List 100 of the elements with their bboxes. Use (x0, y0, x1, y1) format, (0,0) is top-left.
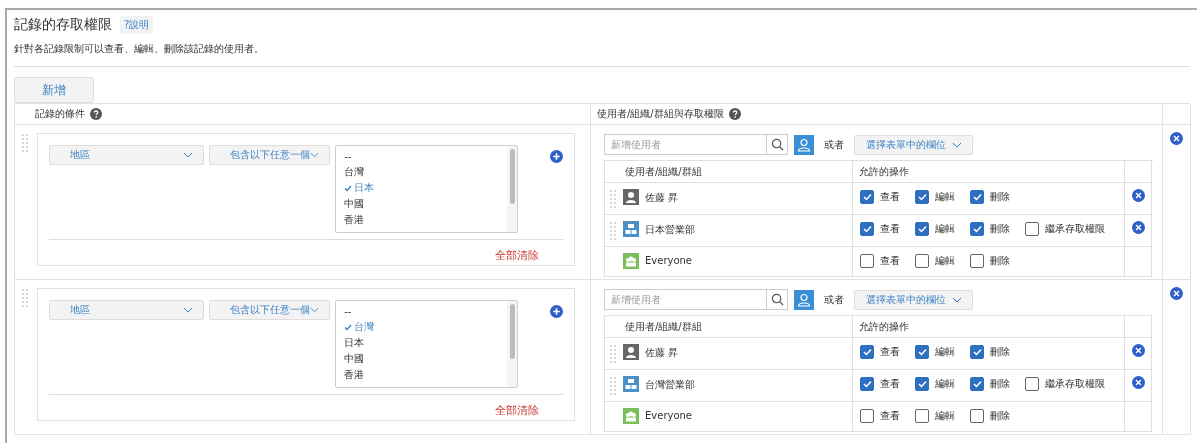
add-button[interactable]: 新增 (14, 77, 94, 103)
drag-handle-icon[interactable] (21, 133, 29, 153)
clear-all-link[interactable]: 全部清除 (495, 403, 539, 418)
add-condition-icon[interactable] (550, 305, 563, 318)
permission-label: 編輯 (935, 254, 955, 268)
permission-checkbox[interactable] (970, 190, 984, 204)
permission-checkbox[interactable] (915, 254, 929, 268)
column-header: 允許的操作 (859, 164, 909, 179)
entity-name: 日本營業部 (645, 223, 695, 237)
help-icon[interactable] (728, 108, 741, 120)
page-title: 記錄的存取權限 (14, 16, 112, 34)
check-icon (344, 184, 353, 192)
form-field-dropdown[interactable]: 選擇表單中的欄位 (854, 289, 973, 310)
column-header: 使用者/組織/群組與存取權限 (597, 107, 724, 121)
permission-label: 查看 (880, 345, 900, 359)
person-icon (623, 189, 639, 205)
permission-checkbox[interactable] (970, 254, 984, 268)
clear-all-link[interactable]: 全部清除 (495, 248, 539, 263)
list-option[interactable]: 台灣 (344, 320, 499, 334)
person-icon (797, 137, 811, 152)
permission-label: 刪除 (990, 377, 1010, 391)
permission-label: 查看 (880, 254, 900, 268)
permission-label: 刪除 (990, 345, 1010, 359)
scrollbar-thumb[interactable] (509, 304, 515, 359)
permission-label: 編輯 (935, 190, 955, 204)
permission-checkbox[interactable] (915, 190, 929, 204)
help-link[interactable]: ?說明 (120, 16, 154, 34)
remove-icon[interactable] (1170, 132, 1183, 145)
search-icon (770, 138, 784, 151)
user-picker-button[interactable] (794, 134, 814, 155)
permission-checkbox[interactable] (970, 222, 984, 236)
person-icon (623, 344, 639, 360)
search-input[interactable]: 新增使用者 (605, 139, 766, 150)
permission-checkbox[interactable] (1025, 377, 1039, 391)
add-condition-icon[interactable] (550, 150, 563, 163)
scrollbar-thumb[interactable] (509, 149, 515, 204)
list-option[interactable]: 日本 (344, 336, 499, 350)
chevron-down-icon (951, 141, 962, 148)
field-dropdown[interactable]: 地區 (49, 145, 205, 165)
permission-checkbox[interactable] (860, 254, 874, 268)
search-button[interactable] (766, 290, 787, 309)
options-listbox[interactable]: -- 台灣 日本 中國 香港 (335, 145, 518, 233)
remove-icon[interactable] (1131, 189, 1145, 202)
permission-checkbox[interactable] (970, 409, 984, 423)
permission-label: 編輯 (935, 345, 955, 359)
remove-icon[interactable] (1131, 221, 1145, 234)
permission-checkbox[interactable] (915, 222, 929, 236)
search-button[interactable] (766, 135, 787, 154)
chevron-down-icon (310, 307, 320, 313)
person-icon (797, 292, 811, 307)
permission-checkbox[interactable] (970, 377, 984, 391)
permission-checkbox[interactable] (860, 222, 874, 236)
operator-dropdown[interactable]: 包含以下任意一個 (209, 145, 331, 165)
permission-checkbox[interactable] (860, 190, 874, 204)
list-option[interactable]: 台灣 (344, 165, 499, 179)
field-dropdown[interactable]: 地區 (49, 300, 205, 320)
group-icon (623, 253, 639, 269)
operator-dropdown[interactable]: 包含以下任意一個 (209, 300, 331, 320)
permission-checkbox[interactable] (970, 345, 984, 359)
remove-icon[interactable] (1170, 287, 1183, 300)
permission-checkbox[interactable] (915, 377, 929, 391)
list-option[interactable]: 中國 (344, 352, 499, 366)
permission-label: 查看 (880, 222, 900, 236)
options-listbox[interactable]: -- 台灣 日本 中國 香港 (335, 300, 518, 388)
entity-name: Everyone (645, 254, 693, 266)
list-option[interactable]: 日本 (344, 181, 499, 195)
list-option[interactable]: 中國 (344, 197, 499, 211)
drag-handle-icon[interactable] (609, 189, 617, 209)
permission-label: 編輯 (935, 222, 955, 236)
permission-checkbox[interactable] (1025, 222, 1039, 236)
permission-checkbox[interactable] (915, 409, 929, 423)
description-text: 針對各記錄限制可以查看、編輯、刪除該記錄的使用者。 (14, 42, 1190, 67)
entity-name: 佐藤 昇 (645, 191, 679, 205)
permission-checkbox[interactable] (860, 345, 874, 359)
or-label: 或者 (824, 137, 844, 152)
permission-label: 編輯 (935, 377, 955, 391)
permission-checkbox[interactable] (915, 345, 929, 359)
remove-icon[interactable] (1131, 344, 1145, 357)
chevron-down-icon (183, 152, 194, 158)
list-option[interactable]: -- (344, 149, 499, 163)
drag-handle-icon[interactable] (609, 221, 617, 241)
entity-name: Everyone (645, 409, 693, 421)
list-option[interactable]: 香港 (344, 368, 499, 382)
permission-checkbox[interactable] (860, 377, 874, 391)
check-icon (344, 323, 353, 331)
form-field-dropdown[interactable]: 選擇表單中的欄位 (854, 134, 973, 155)
remove-icon[interactable] (1131, 376, 1145, 389)
permission-label: 查看 (880, 190, 900, 204)
search-field[interactable]: 新增使用者 (604, 289, 788, 310)
organization-icon (623, 376, 639, 392)
search-input[interactable]: 新增使用者 (605, 294, 766, 305)
drag-handle-icon[interactable] (609, 344, 617, 364)
search-field[interactable]: 新增使用者 (604, 134, 788, 155)
list-option[interactable]: 香港 (344, 213, 499, 227)
drag-handle-icon[interactable] (609, 376, 617, 396)
user-picker-button[interactable] (794, 289, 814, 310)
list-option[interactable]: -- (344, 304, 499, 318)
drag-handle-icon[interactable] (21, 288, 29, 308)
help-icon[interactable] (90, 108, 102, 120)
permission-checkbox[interactable] (860, 409, 874, 423)
